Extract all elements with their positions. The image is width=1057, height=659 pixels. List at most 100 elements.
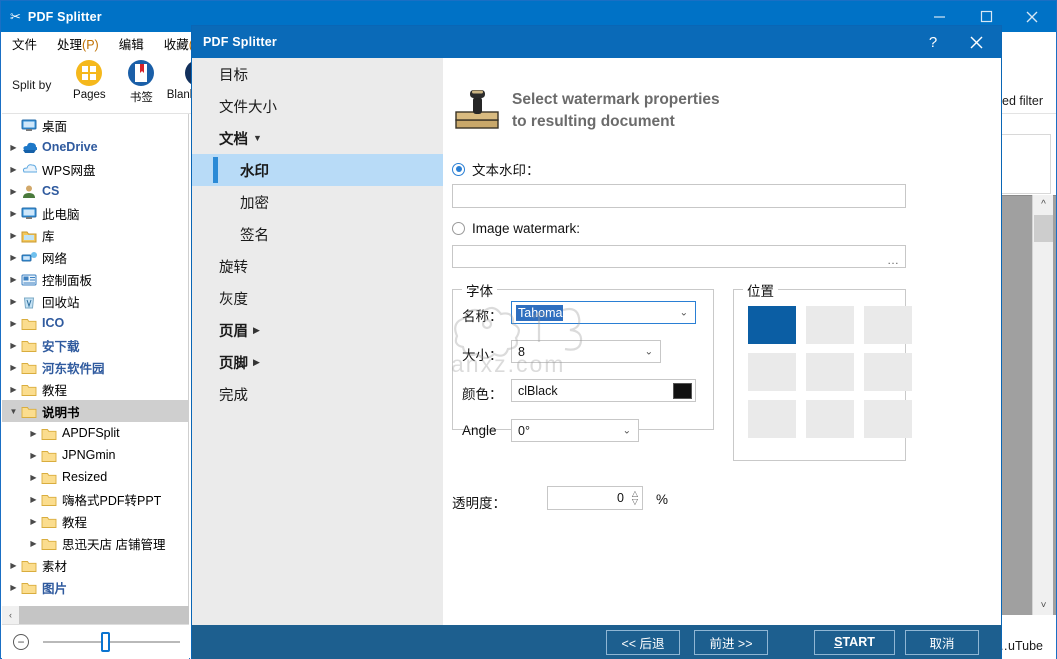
dialog-nav-item[interactable]: 旋转 [192,250,443,282]
opacity-spin-buttons[interactable]: △ ▽ [628,487,642,509]
dialog-nav-item[interactable]: 签名 [192,218,443,250]
text-watermark-radio[interactable] [452,162,465,176]
text-watermark-radio-row[interactable]: 文本水印： [452,159,540,179]
position-cell[interactable] [806,400,854,438]
chevron-right-icon[interactable]: ▶ [26,473,41,482]
chevron-right-icon[interactable]: ▶ [6,187,21,196]
cancel-button[interactable]: 取消 [905,629,979,655]
tree-item[interactable]: ▶ 网络 [2,246,188,268]
image-watermark-radio-row[interactable]: Image watermark: [452,221,580,236]
chevron-right-icon[interactable]: ▶ [26,495,41,504]
tree-item[interactable]: 桌面 [2,114,188,136]
chevron-right-icon[interactable]: ▶ [6,275,21,284]
tree-item[interactable]: ▶ 思迅天店 店铺管理 [2,532,188,554]
color-dropdown-arrow-icon[interactable]: ▾ [687,392,691,399]
chevron-right-icon[interactable]: ▶ [253,357,260,368]
dialog-navigation-list[interactable]: 目标 文件大小 文档 ▼ 水印 加密 签名 旋转 灰度 页眉 ▶ 页脚 ▶ 完成 [192,58,443,625]
position-cell[interactable] [748,400,796,438]
position-cell[interactable] [864,353,912,391]
tree-item[interactable]: ▶ 河东软件园 [2,356,188,378]
tree-item[interactable]: ▶ 素材 [2,554,188,576]
image-watermark-radio[interactable] [452,222,465,235]
chevron-right-icon[interactable]: ▶ [6,253,21,262]
position-grid[interactable] [748,306,912,438]
tree-item[interactable]: ▶ 教程 [2,510,188,532]
zoom-slider-track[interactable] [43,632,180,652]
tree-item[interactable]: ▶ 回收站 [2,290,188,312]
scroll-left-arrow-icon[interactable]: ‹ [2,606,19,624]
chevron-right-icon[interactable]: ▶ [6,319,21,328]
chevron-right-icon[interactable]: ▶ [6,297,21,306]
font-size-combo[interactable]: 8 ⌄ [511,340,661,363]
dialog-nav-item[interactable]: 页眉 ▶ [192,314,443,346]
spin-down-icon[interactable]: ▽ [632,498,638,506]
chevron-right-icon[interactable]: ▶ [6,143,21,152]
chevron-right-icon[interactable]: ▶ [6,209,21,218]
folder-tree-panel[interactable]: 桌面 ▶ OneDrive ▶ WPS网盘 ▶ CS ▶ 此电脑 ▶ 库 ▶ 网络 ▶ 控制面板 ▶ 回收站 ▶ I… [2,114,189,606]
chevron-right-icon[interactable]: ▶ [6,165,21,174]
tree-item[interactable]: ▶ 安下载 [2,334,188,356]
menu-item-file[interactable]: 文件 [2,32,47,55]
position-cell[interactable] [748,353,796,391]
text-watermark-input[interactable] [452,184,906,208]
chevron-right-icon[interactable]: ▶ [26,451,41,460]
tree-item[interactable]: ▶ 图片 [2,576,188,598]
dialog-close-icon[interactable] [956,26,996,58]
angle-combo[interactable]: 0° ⌄ [511,419,639,442]
tree-item[interactable]: ▶ WPS网盘 [2,158,188,180]
chevron-right-icon[interactable]: ▶ [26,517,41,526]
tree-item[interactable]: ▶ APDFSplit [2,422,188,444]
position-cell[interactable] [864,306,912,344]
position-cell[interactable] [748,306,796,344]
tree-horizontal-scrollbar[interactable]: ‹ [2,606,189,624]
tree-item[interactable]: ▶ CS [2,180,188,202]
chevron-right-icon[interactable]: ▶ [6,385,21,394]
close-button[interactable] [1009,1,1054,32]
font-name-combo[interactable]: Tahoma ⌄ [511,301,696,324]
chevron-right-icon[interactable]: ▶ [6,561,21,570]
toolbar-button-bookmark[interactable]: 书签 [115,59,167,105]
tree-item[interactable]: ▶ OneDrive [2,136,188,158]
dialog-nav-item[interactable]: 页脚 ▶ [192,346,443,378]
tree-item[interactable]: ▶ ICO [2,312,188,334]
dialog-nav-item[interactable]: 文件大小 [192,90,443,122]
chevron-right-icon[interactable]: ▶ [6,583,21,592]
chevron-down-icon[interactable]: ▼ [6,407,21,416]
dialog-nav-item[interactable]: 水印 [192,154,443,186]
tree-item[interactable]: ▶ 库 [2,224,188,246]
zoom-slider-thumb[interactable] [101,632,110,652]
chevron-down-icon[interactable]: ▼ [253,133,262,143]
browse-file-button[interactable]: … [882,247,904,266]
tree-item[interactable]: ▶ 嗨格式PDF转PPT [2,488,188,510]
position-cell[interactable] [864,400,912,438]
opacity-stepper[interactable]: 0 △ ▽ [547,486,643,510]
chevron-right-icon[interactable]: ▶ [6,231,21,240]
tree-item[interactable]: ▶ 教程 [2,378,188,400]
chevron-right-icon[interactable]: ▶ [6,363,21,372]
tree-item[interactable]: ▶ 控制面板 [2,268,188,290]
scroll-down-arrow-icon[interactable]: ˅ [1033,596,1054,615]
scrollbar-thumb[interactable] [1034,215,1053,242]
preview-vertical-scrollbar[interactable]: ^ ˅ [1032,195,1053,615]
image-watermark-path-field[interactable]: … [452,245,906,268]
tree-item[interactable]: ▶ Resized [2,466,188,488]
minus-circle-icon[interactable]: − [13,634,29,650]
dialog-nav-item[interactable]: 完成 [192,378,443,410]
tree-item[interactable]: ▶ JPNGmin [2,444,188,466]
dialog-nav-item[interactable]: 目标 [192,58,443,90]
chevron-right-icon[interactable]: ▶ [26,429,41,438]
tree-item[interactable]: ▶ 此电脑 [2,202,188,224]
dialog-nav-item[interactable]: 灰度 [192,282,443,314]
dialog-nav-item[interactable]: 加密 [192,186,443,218]
chevron-right-icon[interactable]: ▶ [253,325,260,336]
chevron-right-icon[interactable]: ▶ [26,539,41,548]
help-icon[interactable]: ? [913,26,953,58]
position-cell[interactable] [806,306,854,344]
position-cell[interactable] [806,353,854,391]
next-button[interactable]: 前进 >> [694,629,768,655]
menu-item-edit[interactable]: 编辑 [109,32,154,55]
toolbar-button-pages[interactable]: Pages [63,59,115,101]
font-color-combo[interactable]: clBlack ▾ [511,379,696,402]
scroll-up-arrow-icon[interactable]: ^ [1033,195,1054,214]
chevron-right-icon[interactable]: ▶ [6,341,21,350]
